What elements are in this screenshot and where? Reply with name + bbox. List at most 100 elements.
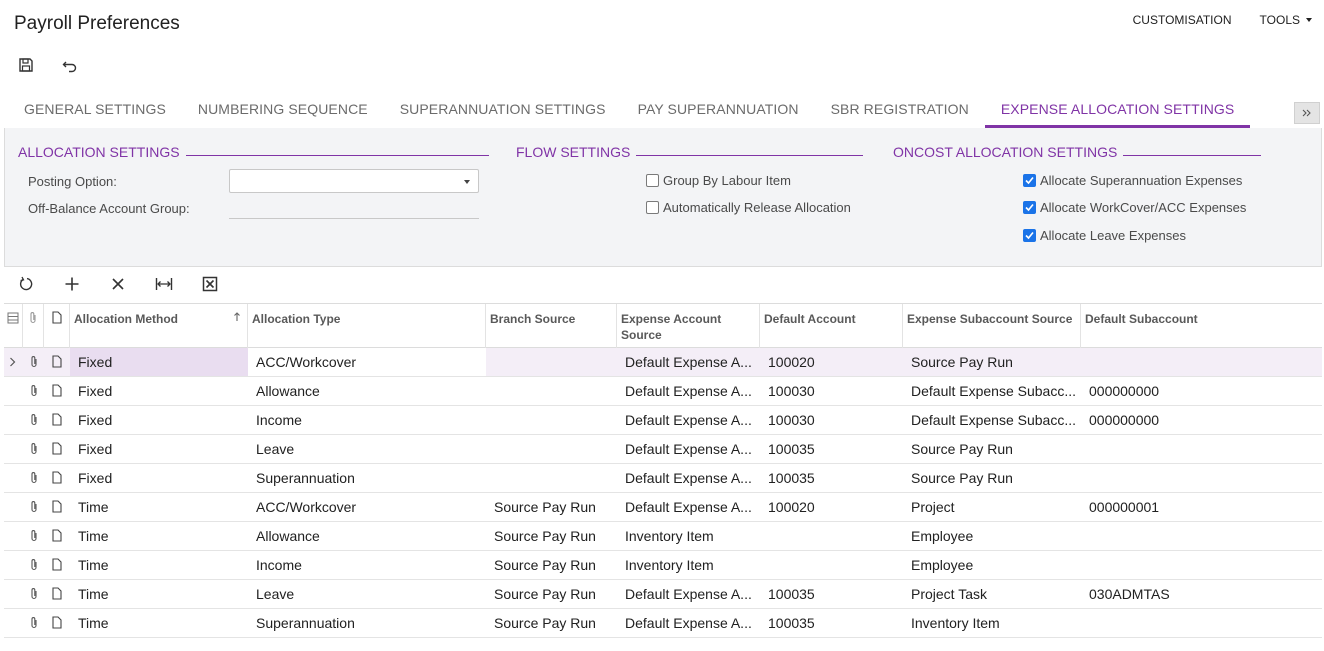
column-header-allocation-type[interactable]: Allocation Type	[248, 304, 486, 349]
cell-def-acct[interactable]: 100020	[760, 348, 903, 376]
allocate-workcover-checkbox[interactable]: Allocate WorkCover/ACC Expenses	[1023, 200, 1246, 215]
export-excel-button[interactable]	[200, 274, 220, 294]
cell-exp-sub-src[interactable]: Default Expense Subacc...	[903, 406, 1081, 434]
cell-method[interactable]: Time	[70, 551, 248, 579]
refresh-button[interactable]	[16, 274, 36, 294]
allocate-leave-checkbox[interactable]: Allocate Leave Expenses	[1023, 228, 1186, 243]
paperclip-icon[interactable]	[29, 413, 43, 427]
cell-method[interactable]: Fixed	[70, 435, 248, 463]
cell-method[interactable]: Time	[70, 609, 248, 637]
save-button[interactable]	[16, 55, 36, 75]
tab-pay-superannuation[interactable]: PAY SUPERANNUATION	[622, 92, 815, 128]
cell-branch[interactable]	[486, 464, 617, 492]
cell-def-sub[interactable]	[1081, 348, 1322, 376]
delete-row-button[interactable]	[108, 274, 128, 294]
paperclip-icon[interactable]	[29, 442, 43, 456]
cell-exp-sub-src[interactable]: Source Pay Run	[903, 348, 1081, 376]
cell-method[interactable]: Time	[70, 522, 248, 550]
cell-type[interactable]: ACC/Workcover	[248, 493, 486, 521]
table-row[interactable]: Fixed ACC/Workcover Default Expense A... 10…	[4, 348, 1322, 377]
cell-type[interactable]: Income	[248, 406, 486, 434]
cell-method[interactable]: Fixed	[70, 348, 248, 376]
cell-def-sub[interactable]: 000000000	[1081, 406, 1322, 434]
note-icon[interactable]	[52, 413, 66, 427]
cell-exp-acct-src[interactable]: Default Expense A...	[617, 580, 760, 608]
group-by-labour-item-checkbox[interactable]: Group By Labour Item	[646, 173, 791, 188]
cell-type[interactable]: Leave	[248, 580, 486, 608]
cell-exp-acct-src[interactable]: Default Expense A...	[617, 406, 760, 434]
note-icon[interactable]	[52, 442, 66, 456]
paperclip-icon[interactable]	[29, 616, 43, 630]
note-icon[interactable]	[52, 471, 66, 485]
cell-exp-sub-src[interactable]: Employee	[903, 522, 1081, 550]
cell-method[interactable]: Fixed	[70, 464, 248, 492]
cell-def-sub[interactable]	[1081, 464, 1322, 492]
paperclip-icon[interactable]	[29, 500, 43, 514]
cell-method[interactable]: Time	[70, 580, 248, 608]
tab-sbr-registration[interactable]: SBR REGISTRATION	[815, 92, 985, 128]
cell-def-sub[interactable]	[1081, 609, 1322, 637]
posting-option-select[interactable]	[229, 169, 479, 193]
cell-def-acct[interactable]: 100020	[760, 493, 903, 521]
table-row[interactable]: Time Income Source Pay Run Inventory Item Em…	[4, 551, 1322, 580]
auto-release-allocation-checkbox[interactable]: Automatically Release Allocation	[646, 200, 851, 215]
note-icon[interactable]	[52, 355, 66, 369]
cell-exp-sub-src[interactable]: Default Expense Subacc...	[903, 377, 1081, 405]
cell-def-acct[interactable]	[760, 522, 903, 550]
tab-superannuation-settings[interactable]: SUPERANNUATION SETTINGS	[384, 92, 622, 128]
cell-def-sub[interactable]: 000000001	[1081, 493, 1322, 521]
cell-def-acct[interactable]: 100035	[760, 580, 903, 608]
paperclip-icon[interactable]	[29, 384, 43, 398]
cell-method[interactable]: Fixed	[70, 377, 248, 405]
cell-type[interactable]: Superannuation	[248, 464, 486, 492]
note-icon[interactable]	[52, 558, 66, 572]
cell-type[interactable]: Allowance	[248, 377, 486, 405]
add-row-button[interactable]	[62, 274, 82, 294]
table-row[interactable]: Time Superannuation Source Pay Run Default …	[4, 609, 1322, 638]
note-icon[interactable]	[52, 616, 66, 630]
cell-def-acct[interactable]: 100035	[760, 609, 903, 637]
cell-def-acct[interactable]: 100030	[760, 406, 903, 434]
cell-method[interactable]: Fixed	[70, 406, 248, 434]
column-header-branch-source[interactable]: Branch Source	[486, 304, 617, 349]
paperclip-icon[interactable]	[29, 587, 43, 601]
cell-exp-acct-src[interactable]: Default Expense A...	[617, 464, 760, 492]
cell-branch[interactable]	[486, 377, 617, 405]
cell-exp-sub-src[interactable]: Project	[903, 493, 1081, 521]
note-icon[interactable]	[52, 384, 66, 398]
column-header-expense-subaccount-source[interactable]: Expense Subaccount Source	[903, 304, 1081, 349]
cell-type[interactable]: Superannuation	[248, 609, 486, 637]
note-icon[interactable]	[52, 500, 66, 514]
note-icon[interactable]	[52, 587, 66, 601]
undo-button[interactable]	[60, 55, 80, 75]
cell-type[interactable]: ACC/Workcover	[248, 348, 486, 376]
table-row[interactable]: Fixed Leave Default Expense A... 100035 Sour…	[4, 435, 1322, 464]
cell-def-sub[interactable]	[1081, 551, 1322, 579]
cell-branch[interactable]: Source Pay Run	[486, 493, 617, 521]
paperclip-icon[interactable]	[29, 558, 43, 572]
allocate-super-checkbox[interactable]: Allocate Superannuation Expenses	[1023, 173, 1242, 188]
cell-type[interactable]: Leave	[248, 435, 486, 463]
cell-def-sub[interactable]: 000000000	[1081, 377, 1322, 405]
cell-type[interactable]: Income	[248, 551, 486, 579]
cell-branch[interactable]: Source Pay Run	[486, 522, 617, 550]
paperclip-icon[interactable]	[29, 471, 43, 485]
cell-exp-acct-src[interactable]: Inventory Item	[617, 522, 760, 550]
cell-exp-sub-src[interactable]: Source Pay Run	[903, 464, 1081, 492]
fit-columns-button[interactable]	[154, 274, 174, 294]
cell-type[interactable]: Allowance	[248, 522, 486, 550]
cell-def-sub[interactable]	[1081, 522, 1322, 550]
tools-menu[interactable]: TOOLS	[1260, 13, 1312, 27]
cell-def-acct[interactable]: 100035	[760, 435, 903, 463]
cell-def-sub[interactable]: 030ADMTAS	[1081, 580, 1322, 608]
cell-def-sub[interactable]	[1081, 435, 1322, 463]
off-balance-account-group-field[interactable]	[229, 218, 479, 219]
table-row[interactable]: Fixed Income Default Expense A... 100030 Def…	[4, 406, 1322, 435]
customisation-menu[interactable]: CUSTOMISATION	[1133, 13, 1232, 27]
cell-exp-acct-src[interactable]: Default Expense A...	[617, 377, 760, 405]
column-header-allocation-method[interactable]: Allocation Method	[70, 304, 248, 349]
row-selector-header[interactable]	[4, 304, 23, 349]
tab-general-settings[interactable]: GENERAL SETTINGS	[8, 92, 182, 128]
table-row[interactable]: Time Leave Source Pay Run Default Expense A…	[4, 580, 1322, 609]
paperclip-icon[interactable]	[29, 529, 43, 543]
